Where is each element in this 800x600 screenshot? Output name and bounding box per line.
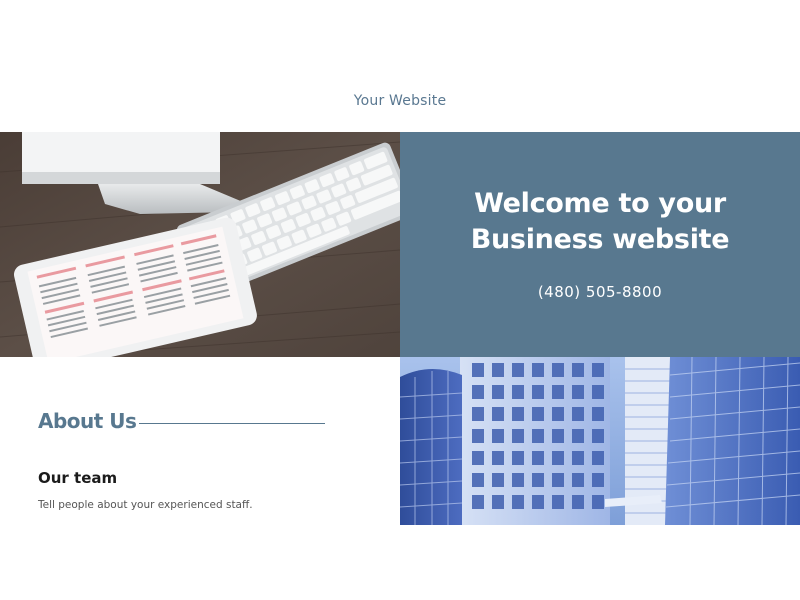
about-divider xyxy=(139,423,325,424)
hero-title-line-1: Welcome to your xyxy=(474,188,726,219)
about-heading: About Us xyxy=(38,409,137,433)
site-header: Your Website xyxy=(0,0,800,132)
team-heading: Our team xyxy=(38,469,118,487)
hero-title-line-2: Business website xyxy=(470,224,730,255)
team-description: Tell people about your experienced staff… xyxy=(38,499,253,511)
building-image xyxy=(400,357,800,525)
hero-title: Welcome to your Business website xyxy=(400,186,800,258)
hero-desk-image xyxy=(0,132,400,357)
site-name-link[interactable]: Your Website xyxy=(0,93,800,109)
about-section: About Us Our team Tell people about your… xyxy=(0,357,400,525)
desk-photo xyxy=(0,132,400,357)
office-buildings-photo xyxy=(400,357,800,525)
hero-panel: Welcome to your Business website (480) 5… xyxy=(400,132,800,357)
phone-link[interactable]: (480) 505-8800 xyxy=(400,283,800,301)
